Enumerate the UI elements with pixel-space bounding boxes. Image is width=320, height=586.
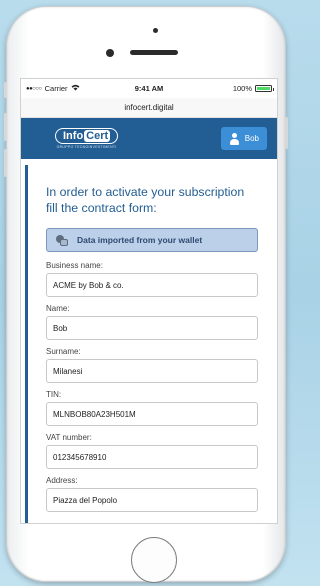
field-vat-number: VAT number: 012345678910 — [46, 433, 258, 469]
home-button[interactable] — [131, 537, 177, 583]
user-button[interactable]: Bob — [220, 127, 267, 150]
field-address: Address: Piazza del Popolo — [46, 476, 258, 512]
front-camera — [106, 49, 114, 57]
wallet-import-button[interactable]: Data imported from your wallet — [46, 228, 258, 252]
form-title: In order to activate your subscription f… — [46, 185, 245, 215]
infocert-logo[interactable]: Info Cert GRUPPO TECNOINVESTIMENTI — [55, 128, 119, 149]
field-label: Business name: — [46, 261, 103, 270]
user-label: Bob — [244, 134, 259, 143]
wallet-button-label: Data imported from your wallet — [77, 235, 203, 245]
wallet-icon — [56, 234, 68, 246]
tin-input[interactable]: MLNBOB80A23H501M — [46, 402, 258, 426]
field-label: TIN: — [46, 390, 62, 399]
user-icon — [229, 132, 240, 145]
volume-up-button — [4, 113, 7, 141]
field-label: Address: — [46, 476, 78, 485]
volume-down-button — [4, 149, 7, 177]
app-header: Info Cert GRUPPO TECNOINVESTIMENTI Bob — [21, 118, 277, 159]
accent-bar — [25, 165, 28, 523]
phone-screen: ●●○○○ Carrier 9:41 AM 100% infocert.digi… — [20, 78, 278, 524]
field-tin: TIN: MLNBOB80A23H501M — [46, 390, 258, 426]
name-input[interactable]: Bob — [46, 316, 258, 340]
contract-form: In order to activate your subscription f… — [46, 159, 258, 512]
logo-subtitle: GRUPPO TECNOINVESTIMENTI — [56, 145, 117, 149]
sensor-dot — [153, 28, 158, 33]
field-name: Name: Bob — [46, 304, 258, 340]
battery-icon — [255, 85, 274, 92]
field-label: Surname: — [46, 347, 81, 356]
power-button — [285, 117, 288, 149]
status-time: 9:41 AM — [134, 84, 164, 93]
logo-text: Info — [63, 130, 84, 142]
form-area: In order to activate your subscription f… — [21, 159, 277, 523]
logo-accent: Cert — [84, 130, 111, 142]
url-text: infocert.digital — [124, 103, 174, 112]
status-bar: ●●○○○ Carrier 9:41 AM 100% — [21, 79, 277, 98]
earpiece-speaker — [130, 50, 178, 55]
field-label: Name: — [46, 304, 70, 313]
address-bar[interactable]: infocert.digital — [21, 98, 277, 118]
address-input[interactable]: Piazza del Popolo — [46, 488, 258, 512]
vat-number-input[interactable]: 012345678910 — [46, 445, 258, 469]
mute-switch — [4, 82, 7, 98]
field-surname: Surname: Milanesi — [46, 347, 258, 383]
surname-input[interactable]: Milanesi — [46, 359, 258, 383]
business-name-input[interactable]: ACME by Bob & co. — [46, 273, 258, 297]
field-label: VAT number: — [46, 433, 92, 442]
field-business-name: Business name: ACME by Bob & co. — [46, 261, 258, 297]
